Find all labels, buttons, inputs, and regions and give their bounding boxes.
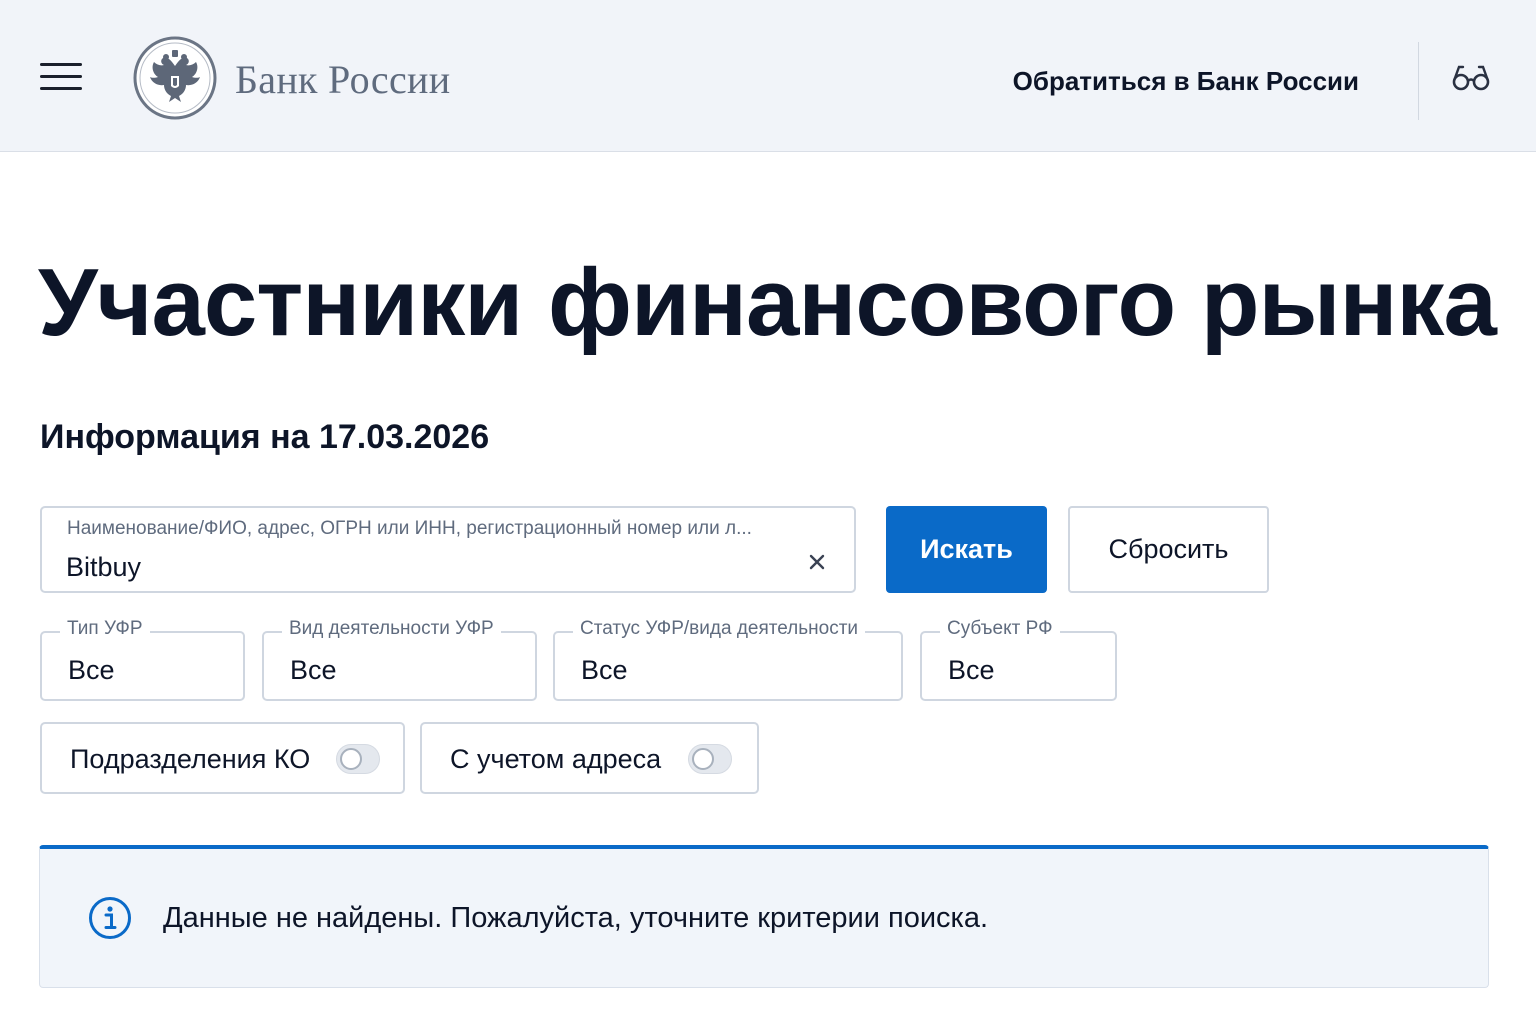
toggle-with-address[interactable]: С учетом адреса [420,722,759,794]
menu-icon[interactable] [40,60,82,94]
no-results-notice: Данные не найдены. Пожалуйста, уточните … [39,845,1489,988]
search-field-label: Наименование/ФИО, адрес, ОГРН или ИНН, р… [67,518,752,539]
filter-region[interactable]: Субъект РФ Все [920,618,1117,701]
toggle-label: Подразделения КО [70,744,311,774]
filter-value: Все [290,655,337,685]
filter-value: Все [581,655,628,685]
toggle-switch[interactable] [688,744,732,774]
emblem-icon[interactable] [133,36,217,120]
filter-status[interactable]: Статус УФР/вида деятельности Все [553,618,903,701]
info-icon [89,897,131,939]
filter-label: Тип УФР [60,618,150,640]
toggle-knob [692,748,714,770]
toggle-ko-branches[interactable]: Подразделения КО [40,722,405,794]
toggle-label: С учетом адреса [450,744,662,774]
filter-label: Статус УФР/вида деятельности [573,618,866,640]
search-button[interactable]: Искать [886,506,1047,593]
info-date: Информация на 17.03.2026 [40,418,490,456]
glasses-icon[interactable] [1452,64,1490,92]
site-header: Банк России Обратиться в Банк России [0,0,1536,152]
filter-activity-type[interactable]: Вид деятельности УФР Все [262,618,537,701]
search-field[interactable]: Наименование/ФИО, адрес, ОГРН или ИНН, р… [40,506,856,593]
reset-button[interactable]: Сбросить [1068,506,1269,593]
bank-name[interactable]: Банк России [235,56,450,103]
filter-value: Все [948,655,995,685]
toggle-switch[interactable] [336,744,380,774]
filter-value: Все [68,655,115,685]
page-title: Участники финансового рынка [38,249,1497,356]
filter-label: Вид деятельности УФР [282,618,501,640]
search-input[interactable] [66,548,786,586]
toggle-knob [340,748,362,770]
filter-label: Субъект РФ [940,618,1060,640]
filter-ufr-type[interactable]: Тип УФР Все [40,618,245,701]
notice-text: Данные не найдены. Пожалуйста, уточните … [163,902,989,934]
header-divider [1418,42,1419,120]
close-icon[interactable] [808,553,826,571]
contact-bank-link[interactable]: Обратиться в Банк России [1013,66,1359,97]
